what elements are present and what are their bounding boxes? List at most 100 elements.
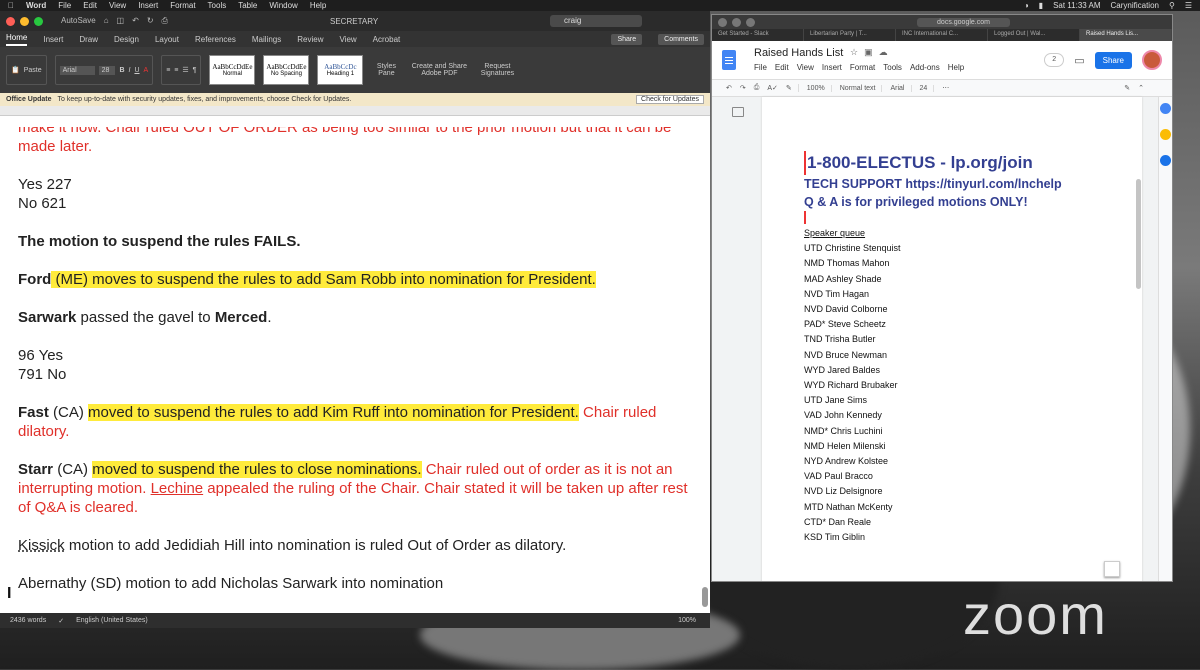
tab-references[interactable]: References [195, 35, 236, 44]
style-no-spacing[interactable]: AaBbCcDdEe No Spacing [263, 55, 310, 85]
avatar[interactable] [1142, 50, 1162, 70]
move-icon[interactable]: ▣ [864, 47, 873, 58]
menu-file[interactable]: File [754, 63, 767, 72]
browser-tab[interactable]: Get Started - Slack [712, 29, 804, 41]
notification-center-icon[interactable]: ☰ [1185, 1, 1192, 10]
undo-icon[interactable]: ↶ [726, 84, 732, 92]
zoom-window-button[interactable] [746, 17, 755, 27]
docs-scrollbar[interactable] [1136, 179, 1142, 581]
address-bar[interactable]: docs.google.com [917, 17, 1010, 27]
browser-tab[interactable]: INC International C... [896, 29, 988, 41]
check-for-updates-button[interactable]: Check for Updates [636, 95, 704, 104]
share-button[interactable]: Share [611, 33, 643, 45]
tab-insert[interactable]: Insert [43, 35, 63, 44]
undo-icon[interactable]: ↶ [132, 16, 139, 26]
font-size-select[interactable]: 24 [920, 84, 935, 92]
menu-help[interactable]: Help [948, 63, 964, 72]
menu-table[interactable]: Table [238, 1, 257, 10]
star-icon[interactable]: ☆ [850, 47, 858, 58]
battery-icon[interactable]: ▮ [1039, 1, 1043, 10]
print-icon[interactable]: ⎙ [162, 16, 168, 26]
style-select[interactable]: Normal text [840, 84, 883, 92]
menu-app-name[interactable]: Word [26, 1, 46, 10]
share-button[interactable]: Share [1094, 51, 1132, 69]
document-title[interactable]: Raised Hands List [754, 47, 843, 59]
menu-help[interactable]: Help [310, 1, 326, 10]
italic-icon[interactable]: I [129, 67, 131, 74]
numbering-icon[interactable]: ≡ [174, 67, 178, 74]
comment-icon[interactable]: ▭ [1074, 54, 1084, 67]
font-color-icon[interactable]: A [144, 67, 149, 74]
menu-view[interactable]: View [797, 63, 814, 72]
language-status[interactable]: English (United States) [76, 617, 148, 624]
comments-button[interactable]: Comments [658, 33, 704, 45]
collapse-icon[interactable]: ⌃ [1138, 84, 1144, 92]
menu-view[interactable]: View [109, 1, 126, 10]
browser-tab[interactable]: Logged Out | Wal... [988, 29, 1080, 41]
docs-page[interactable]: 1-800-ELECTUS - lp.org/join TECH SUPPORT… [762, 97, 1142, 581]
editing-mode-icon[interactable]: ✎ [1124, 84, 1130, 92]
menu-insert[interactable]: Insert [138, 1, 158, 10]
zoom-window-button[interactable] [34, 16, 43, 26]
close-window-button[interactable] [6, 16, 15, 26]
tab-acrobat[interactable]: Acrobat [373, 35, 401, 44]
zoom-select[interactable]: 100% [807, 84, 832, 92]
tab-view[interactable]: View [339, 35, 356, 44]
minimize-window-button[interactable] [732, 17, 741, 27]
spotlight-icon[interactable]: ⚲ [1169, 1, 1175, 10]
search-document-input[interactable]: craig [550, 15, 642, 27]
cloud-status-icon[interactable]: ☁ [879, 47, 888, 58]
tasks-icon[interactable] [1160, 155, 1171, 166]
wifi-icon[interactable]: ◑ [1024, 1, 1029, 10]
apple-icon[interactable]:  [8, 1, 14, 10]
menubar-user[interactable]: Carynification [1111, 1, 1159, 10]
redo-icon[interactable]: ↷ [740, 84, 746, 92]
keep-icon[interactable] [1160, 129, 1171, 140]
menu-format[interactable]: Format [170, 1, 195, 10]
calendar-icon[interactable] [1160, 103, 1171, 114]
menu-file[interactable]: File [58, 1, 71, 10]
tab-review[interactable]: Review [297, 35, 323, 44]
paint-format-icon[interactable]: ✎ [786, 84, 799, 92]
menu-insert[interactable]: Insert [822, 63, 842, 72]
pilcrow-icon[interactable]: ¶ [193, 67, 197, 74]
menu-addons[interactable]: Add-ons [910, 63, 940, 72]
document-body[interactable]: make it now. Chair ruled OUT OF ORDER as… [0, 127, 710, 613]
bullets-icon[interactable]: ≡ [166, 67, 170, 74]
more-icon[interactable]: ⋯ [942, 84, 949, 92]
font-select[interactable]: Arial [890, 84, 912, 92]
spellcheck-icon[interactable]: A✓ [767, 84, 778, 92]
ruler[interactable] [0, 106, 710, 116]
tab-draw[interactable]: Draw [79, 35, 98, 44]
tab-design[interactable]: Design [114, 35, 139, 44]
style-heading-1[interactable]: AaBbCcDc Heading 1 [317, 55, 364, 85]
align-left-icon[interactable]: ☰ [182, 66, 188, 74]
menu-tools[interactable]: Tools [883, 63, 902, 72]
zoom-level[interactable]: 100% [678, 617, 696, 624]
menu-window[interactable]: Window [269, 1, 297, 10]
styles-pane-button[interactable]: Styles Pane [371, 63, 401, 77]
minimize-window-button[interactable] [20, 16, 29, 26]
bold-icon[interactable]: B [119, 67, 124, 74]
style-normal[interactable]: AaBbCcDdEe Normal [209, 55, 256, 85]
menu-tools[interactable]: Tools [208, 1, 227, 10]
browser-tab[interactable]: Libertarian Party | T... [804, 29, 896, 41]
font-name-select[interactable]: Arial [59, 65, 95, 75]
menu-edit[interactable]: Edit [775, 63, 789, 72]
scrollbar-thumb[interactable] [702, 587, 708, 607]
tab-home[interactable]: Home [6, 33, 28, 46]
menubar-clock[interactable]: Sat 11:33 AM [1053, 1, 1100, 10]
document-scrollbar[interactable] [702, 127, 708, 607]
tab-mailings[interactable]: Mailings [252, 35, 281, 44]
font-size-select[interactable]: 28 [98, 65, 116, 75]
underline-icon[interactable]: U [134, 67, 139, 74]
tab-layout[interactable]: Layout [155, 35, 179, 44]
explore-button[interactable] [1104, 561, 1120, 577]
proofing-icon[interactable]: ✓ [58, 617, 64, 625]
docs-logo-icon[interactable] [722, 50, 736, 70]
active-viewers[interactable]: 2 [1044, 53, 1065, 67]
redo-icon[interactable]: ↻ [147, 16, 154, 26]
request-signatures-button[interactable]: Request Signatures [477, 63, 517, 77]
menu-edit[interactable]: Edit [83, 1, 97, 10]
create-pdf-button[interactable]: Create and Share Adobe PDF [409, 63, 469, 77]
